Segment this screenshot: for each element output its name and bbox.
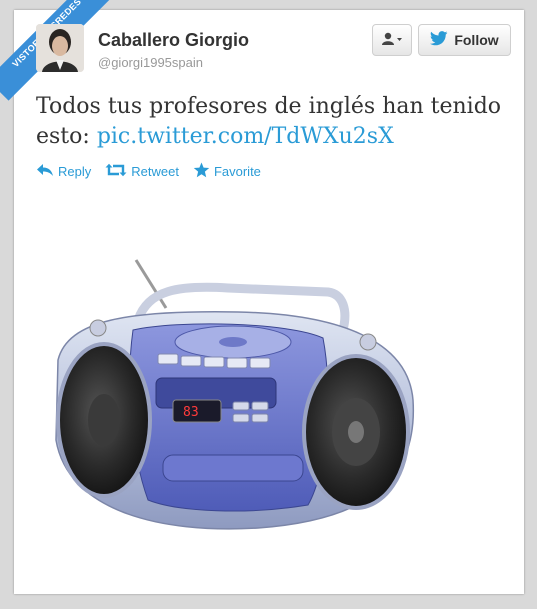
avatar[interactable] [36,24,84,72]
reply-action[interactable]: Reply [36,163,91,180]
boombox-illustration: 83 [55,259,415,530]
reply-icon [36,163,54,180]
retweet-icon [105,163,127,180]
tweet-card: VISTOENLASREDES .com Caballero Giorgio @… [0,0,524,594]
favorite-action[interactable]: Favorite [193,162,261,181]
avatar-photo [36,24,84,72]
star-icon [193,162,210,181]
tweet-link[interactable]: pic.twitter.com/TdWXu2sX [97,124,394,149]
follow-button[interactable]: Follow [418,24,511,56]
retweet-action[interactable]: Retweet [105,163,179,180]
tweet-actions: Reply Retweet Favorite [36,162,261,181]
lcd-digits: 83 [183,405,199,420]
follow-label: Follow [454,32,499,48]
user-handle[interactable]: @giorgi1995spain [98,55,203,70]
favorite-label: Favorite [213,164,261,179]
tweet-text: Todos tus profesores de inglés han tenid… [36,92,506,152]
retweet-label: Retweet [131,164,179,179]
user-name[interactable]: Caballero Giorgio [98,30,249,51]
reply-label: Reply [58,164,92,179]
boombox-image[interactable]: 83 [38,250,428,550]
twitter-bird-icon [430,31,448,49]
user-menu-icon [381,32,403,49]
user-actions-button[interactable] [372,24,412,56]
